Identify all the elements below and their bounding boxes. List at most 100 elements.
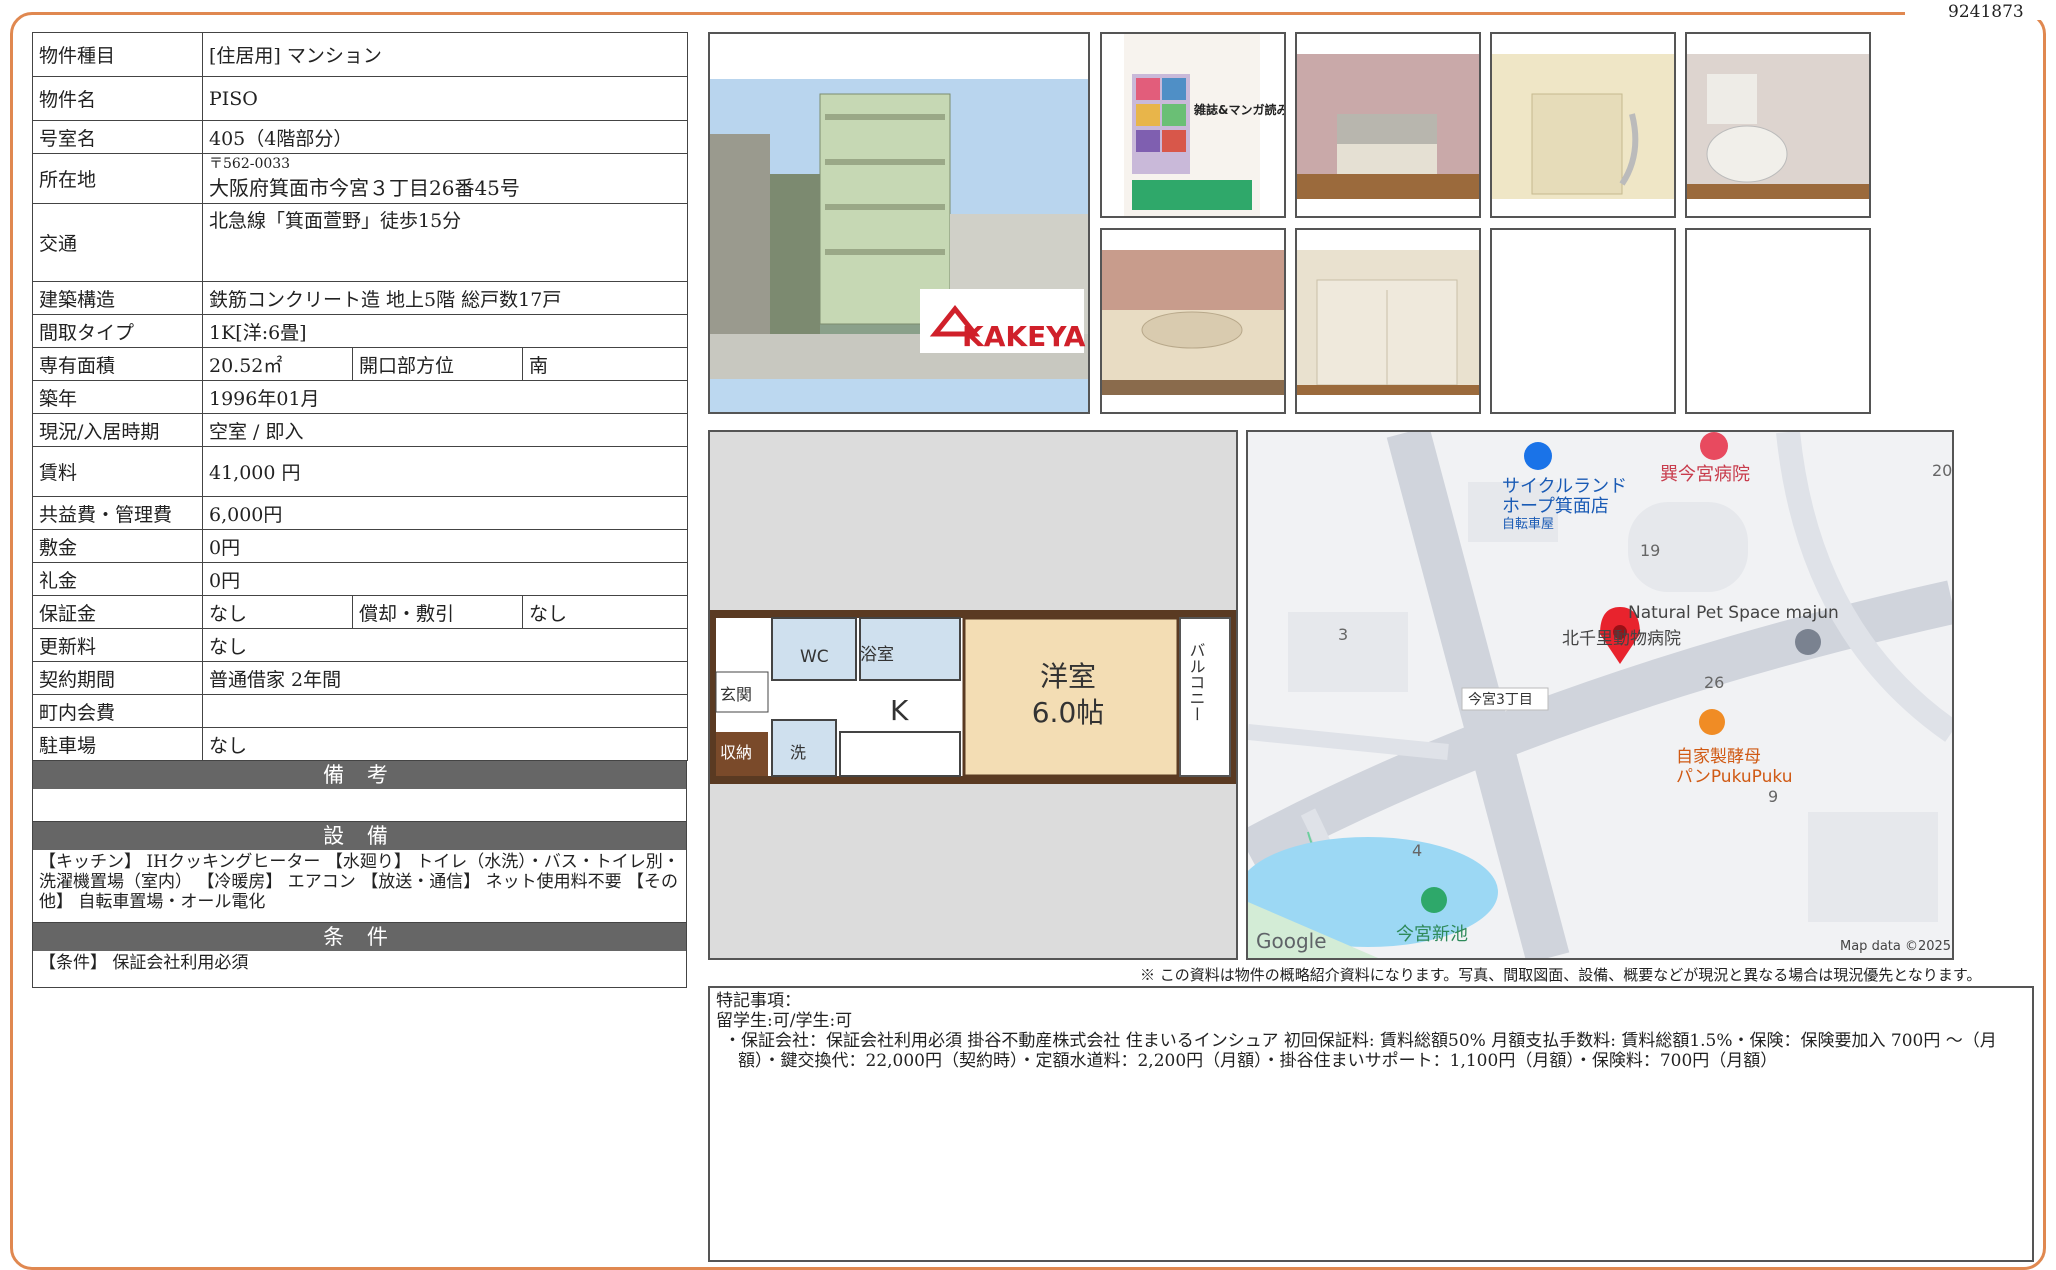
remarks-header: 備 考 [32, 761, 687, 789]
floor-plan-room-size: 6.0帖 [1032, 696, 1105, 729]
rent-value: 41,000 円 [201, 446, 689, 497]
map-block-4: 4 [1412, 841, 1422, 860]
direction-label: 開口部方位 [352, 347, 523, 381]
transit-value: 北急線「箕面萱野」徒歩15分 [201, 203, 689, 282]
conditions-body: 【条件】 保証会社利用必須 [32, 951, 687, 988]
rent-label: 賃料 [32, 446, 203, 497]
status-label: 現況/入居時期 [32, 413, 203, 447]
empty-photo-2 [1685, 228, 1871, 414]
status-value: 空室 / 即入 [201, 413, 689, 447]
direction-value: 南 [521, 347, 689, 381]
deposit-value: 0円 [201, 529, 689, 563]
address-label: 所在地 [32, 153, 203, 204]
map-label-pond: 今宮新池 [1396, 924, 1468, 945]
contract-label: 契約期間 [32, 661, 203, 695]
map-block-9: 9 [1768, 787, 1778, 806]
equipment-body: 【キッチン】 IHクッキングヒーター 【水廻り】 トイレ（水洗）・バス・トイレ別… [32, 850, 687, 923]
map-label-pet-space: Natural Pet Space majun [1628, 603, 1839, 623]
map-google-logo: Google [1256, 929, 1327, 953]
renewal-value: なし [201, 628, 689, 662]
flyer-image: 雑誌&マンガ読み放題 [1124, 34, 1284, 216]
association-value [201, 694, 689, 728]
name-label: 物件名 [32, 76, 203, 121]
deposit-label: 敷金 [32, 529, 203, 563]
floor-plan-balcony: バルコニー [1187, 642, 1206, 722]
floor-plan-kitchen: K [890, 694, 909, 727]
association-label: 町内会費 [32, 694, 203, 728]
special-notes-line2: ・保証会社：保証会社利用必須 掛谷不動産株式会社 住まいるインシュア 初回保証料… [724, 1031, 1997, 1071]
building-image: KAKEYA [710, 34, 1088, 379]
special-notes: 特記事項： 留学生:可/学生:可 ・保証会社：保証会社利用必須 掛谷不動産株式会… [708, 986, 2034, 1262]
property-spec: 物件種目 [住居用] マンション 物件名 PISO 号室名 405（4階部分） … [32, 32, 689, 988]
floor-plan-drawing: 洋室 6.0帖 K 浴室 WC 玄関 収納 洗 バルコニー [708, 610, 1236, 784]
key-money-value: 0円 [201, 562, 689, 596]
structure-label: 建築構造 [32, 281, 203, 315]
bath-photo [1490, 32, 1676, 218]
renewal-label: 更新料 [32, 628, 203, 662]
map-block-3: 3 [1338, 625, 1348, 644]
kakeya-logo: KAKEYA [962, 320, 1086, 353]
room-label: 号室名 [32, 120, 203, 154]
building-photo: KAKEYA [708, 32, 1090, 414]
cabinet-image [1297, 250, 1479, 395]
map-label-shop1: サイクルランド [1502, 476, 1627, 497]
floor-plan-bath: 浴室 [860, 645, 894, 665]
amortization-label: 償却・敷引 [352, 595, 523, 629]
map-label-bakery1: 自家製酵母 [1676, 747, 1761, 767]
floor-plan-laundry: 洗 [790, 743, 806, 762]
floor-plan-entrance: 玄関 [720, 685, 752, 704]
map-attribution: Map data ©2025 [1840, 939, 1951, 954]
room-value: 405（4階部分） [201, 120, 689, 154]
kitchen-image [1297, 54, 1479, 199]
location-map: サイクルランド ホープ箕面店 自転車屋 巽今宮病院 Natural Pet Sp… [1246, 430, 1954, 960]
floor-plan: 洋室 6.0帖 K 浴室 WC 玄関 収納 洗 バルコニー [708, 430, 1238, 960]
disclaimer-note: ※ この資料は物件の概略紹介資料になります。写真、間取図面、設備、概要などが現況… [1140, 966, 1982, 984]
guarantee-value: なし [202, 595, 353, 629]
parking-label: 駐車場 [32, 727, 203, 761]
kitchen-photo [1295, 32, 1481, 218]
map-label-shop1b: ホープ箕面店 [1502, 496, 1609, 517]
address-value: 大阪府箕面市今宮３丁目26番45号 [209, 176, 520, 200]
address-cell: 〒562-0033 大阪府箕面市今宮３丁目26番45号 [201, 153, 689, 204]
cabinet-photo [1295, 228, 1481, 414]
guarantee-label: 保証金 [32, 595, 203, 629]
map-drawing: サイクルランド ホープ箕面店 自転車屋 巽今宮病院 Natural Pet Sp… [1248, 432, 1952, 958]
spec-table: 物件種目 [住居用] マンション 物件名 PISO 号室名 405（4階部分） … [32, 32, 689, 761]
remarks-body [32, 789, 687, 822]
map-label-shop1c: 自転車屋 [1502, 517, 1554, 532]
built-label: 築年 [32, 380, 203, 414]
conditions-header: 条 件 [32, 923, 687, 951]
type-value: [住居用] マンション [201, 32, 689, 77]
fee-label: 共益費・管理費 [32, 496, 203, 530]
bath-image [1492, 54, 1674, 199]
type-label: 物件種目 [32, 32, 203, 77]
map-label-animal-hospital: 北千里動物病院 [1562, 629, 1681, 649]
document-id: 9241873 [1948, 2, 2024, 22]
washbasin-image [1102, 250, 1284, 395]
washbasin-photo [1100, 228, 1286, 414]
equipment-header: 設 備 [32, 822, 687, 850]
map-label-district: 今宮3丁目 [1468, 692, 1533, 708]
amortization-value: なし [521, 595, 689, 629]
structure-value: 鉄筋コンクリート造 地上5階 総戸数17戸 [201, 281, 689, 315]
empty-photo-1 [1490, 228, 1676, 414]
contract-value: 普通借家 2年間 [201, 661, 689, 695]
flyer-photo: 雑誌&マンガ読み放題 [1100, 32, 1286, 218]
postal-code: 〒562-0033 [209, 156, 291, 172]
floor-plan-wc: WC [800, 647, 829, 667]
floor-plan-room-label: 洋室 [1040, 660, 1096, 693]
parking-value: なし [201, 727, 689, 761]
map-label-hospital: 巽今宮病院 [1660, 464, 1750, 485]
special-notes-title: 特記事項： [716, 991, 801, 1011]
name-value: PISO [201, 76, 689, 121]
map-label-bakery2: パンPukuPuku [1676, 767, 1793, 787]
layout-value: 1K[洋:6畳] [201, 314, 689, 348]
built-value: 1996年01月 [201, 380, 689, 414]
area-label: 専有面積 [32, 347, 203, 381]
toilet-image [1687, 54, 1869, 199]
toilet-photo [1685, 32, 1871, 218]
map-block-19: 19 [1640, 541, 1660, 560]
special-notes-line1: 留学生:可/学生:可 [716, 1011, 853, 1031]
flyer-title: 雑誌&マンガ読み放題 [1193, 102, 1284, 117]
map-block-20: 20 [1932, 461, 1952, 480]
